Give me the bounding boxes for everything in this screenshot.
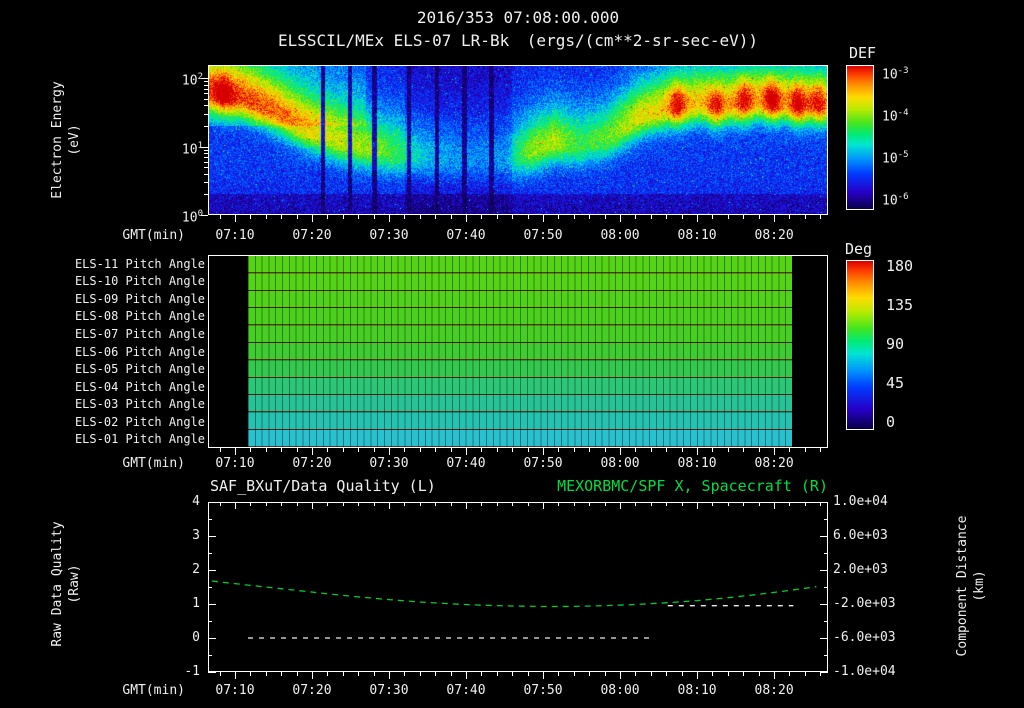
x-tick-label-pitch: 07:20 <box>292 456 332 471</box>
x-tick-label-bottom: 07:50 <box>523 683 563 698</box>
def-tick-label: 10-5 <box>882 150 909 167</box>
x-tick-label-spectrogram: 08:10 <box>677 228 717 243</box>
energy-tick-label: 102 <box>181 72 203 89</box>
spectrogram-title: ELSSCIL/MEx ELS-07 LR-Bk (ergs/(cm**2-sr-… <box>208 31 828 50</box>
deg-tick-label: 90 <box>886 335 905 353</box>
pitch-row-label: ELS-07 Pitch Angle <box>74 326 205 341</box>
bottom-panel-right-title: MEXORBMC/SPF X, Spacecraft (R) <box>557 477 828 495</box>
x-tick-label-pitch: 08:00 <box>600 456 640 471</box>
x-tick-label-spectrogram: 07:40 <box>446 228 486 243</box>
instrument-title: ELSSCIL/MEx ELS-07 LR-Bk <box>278 31 510 50</box>
pitch-row-label: ELS-05 Pitch Angle <box>74 362 205 377</box>
units-label: (ergs/(cm**2-sr-sec-eV)) <box>526 31 758 50</box>
deg-tick-label: 45 <box>886 374 905 392</box>
deg-tick-label: 135 <box>886 296 914 314</box>
quality-y-axis-label-line2: (Raw) <box>67 564 82 604</box>
distance-tick-label: 6.0e+03 <box>833 528 888 543</box>
x-tick-label-spectrogram: 08:20 <box>754 228 794 243</box>
def-colorbar-title: DEF <box>849 44 877 62</box>
x-tick-label-pitch: 07:10 <box>215 456 255 471</box>
x-tick-label-spectrogram: 08:00 <box>600 228 640 243</box>
distance-tick-label: -6.0e+03 <box>833 630 896 645</box>
def-tick-label: 10-3 <box>882 66 909 83</box>
pitch-row-label: ELS-06 Pitch Angle <box>74 344 205 359</box>
quality-tick-label: -1 <box>184 664 200 679</box>
gmt-axis-label-spectrogram: GMT(min) <box>122 228 185 243</box>
pitch-row-label: ELS-03 Pitch Angle <box>74 397 205 412</box>
x-tick-label-bottom: 07:30 <box>369 683 409 698</box>
def-tick-label: 10-6 <box>882 192 909 209</box>
distance-tick-label: -1.0e+04 <box>833 664 896 679</box>
pitch-row-label: ELS-09 Pitch Angle <box>74 291 205 306</box>
gmt-axis-label-bottom: GMT(min) <box>122 683 185 698</box>
spectrogram-y-axis-label: Electron Energy (eV) <box>49 81 83 198</box>
gmt-axis-label-pitch: GMT(min) <box>122 456 185 471</box>
distance-y-axis-label-line2: (km) <box>972 570 987 602</box>
distance-tick-label: -2.0e+03 <box>833 596 896 611</box>
spectrogram-y-axis-label-line2: (eV) <box>67 124 82 156</box>
def-tick-label: 10-4 <box>882 108 909 125</box>
x-tick-label-spectrogram: 07:20 <box>292 228 332 243</box>
x-tick-label-pitch: 08:20 <box>754 456 794 471</box>
x-tick-label-bottom: 08:20 <box>754 683 794 698</box>
bottom-panel-left-title: SAF_BXuT/Data Quality (L) <box>210 477 436 495</box>
deg-colorbar-title: Deg <box>845 240 873 258</box>
quality-tick-label: 4 <box>192 494 200 509</box>
science-plot-screen: 2016/353 07:08:00.000 ELSSCIL/MEx ELS-07… <box>0 0 1024 708</box>
energy-tick-label: 100 <box>181 209 203 226</box>
spectrogram-y-axis-label-line1: Electron Energy <box>50 81 65 199</box>
pitch-row-label: ELS-04 Pitch Angle <box>74 379 205 394</box>
x-tick-label-bottom: 08:00 <box>600 683 640 698</box>
pitch-row-label: ELS-01 Pitch Angle <box>74 432 205 447</box>
x-tick-label-spectrogram: 07:30 <box>369 228 409 243</box>
quality-y-axis-label-line1: Raw Data Quality <box>50 521 65 647</box>
quality-tick-label: 2 <box>192 562 200 577</box>
energy-tick-label: 101 <box>181 140 203 157</box>
quality-tick-label: 0 <box>192 630 200 645</box>
quality-y-axis-label: Raw Data Quality (Raw) <box>49 521 83 646</box>
pitch-row-label: ELS-11 Pitch Angle <box>74 256 205 271</box>
spacecraft-x-distance-line <box>211 580 817 608</box>
x-tick-label-bottom: 07:10 <box>215 683 255 698</box>
x-tick-label-pitch: 07:40 <box>446 456 486 471</box>
x-tick-label-spectrogram: 07:50 <box>523 228 563 243</box>
quality-tick-label: 1 <box>192 596 200 611</box>
distance-y-axis-label-line1: Component Distance <box>955 515 970 657</box>
distance-y-axis-label: Component Distance (km) <box>954 516 988 657</box>
x-tick-label-bottom: 07:40 <box>446 683 486 698</box>
pitch-row-label: ELS-02 Pitch Angle <box>74 414 205 429</box>
quality-tick-label: 3 <box>192 528 200 543</box>
datetime-title: 2016/353 07:08:00.000 <box>416 8 620 27</box>
pitch-row-label: ELS-10 Pitch Angle <box>74 274 205 289</box>
x-tick-label-bottom: 08:10 <box>677 683 717 698</box>
x-tick-label-pitch: 07:50 <box>523 456 563 471</box>
distance-tick-label: 2.0e+03 <box>833 562 888 577</box>
x-tick-label-pitch: 08:10 <box>677 456 717 471</box>
deg-tick-label: 0 <box>886 413 896 431</box>
distance-tick-label: 1.0e+04 <box>833 494 888 509</box>
x-tick-label-spectrogram: 07:10 <box>215 228 255 243</box>
x-tick-label-pitch: 07:30 <box>369 456 409 471</box>
deg-tick-label: 180 <box>886 257 914 275</box>
pitch-row-label: ELS-08 Pitch Angle <box>74 309 205 324</box>
x-tick-label-bottom: 07:20 <box>292 683 332 698</box>
